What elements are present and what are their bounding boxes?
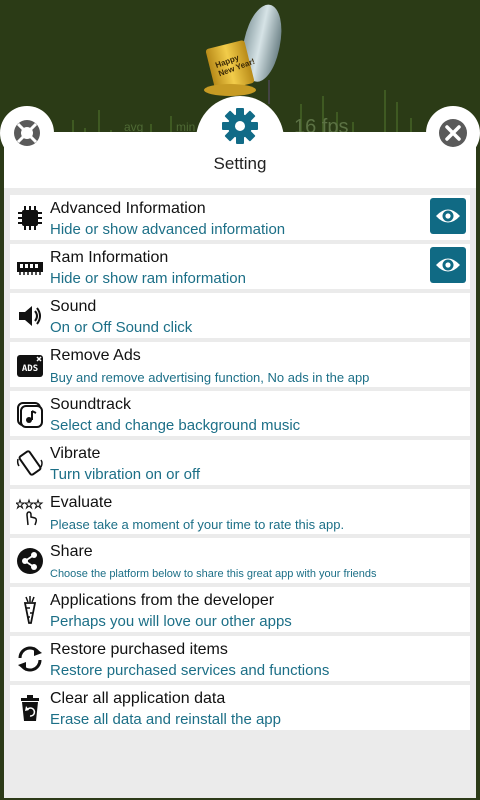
settings-item-description: Please take a moment of your time to rat… [50,517,345,532]
settings-item-description: Buy and remove advertising function, No … [50,370,370,385]
settings-item-remove-ads[interactable]: ADS Remove Ads Buy and remove advertising … [10,342,470,387]
settings-item-share[interactable]: Share Choose the platform below to share … [10,538,470,583]
settings-item-advanced-information[interactable]: Advanced Information Hide or show advance… [10,195,470,240]
music-note-icon [16,400,44,428]
carrot-icon [16,596,44,624]
settings-item-label: Share [50,543,93,560]
settings-item-label: Ram Information [50,249,169,266]
settings-item-description: Choose the platform below to share this … [50,568,377,580]
close-button[interactable] [426,106,480,160]
settings-item-restore-purchased-items[interactable]: Restore purchased items Restore purchased… [10,636,470,681]
settings-item-evaluate[interactable]: Evaluate Please take a moment of your tim… [10,489,470,534]
settings-item-label: Soundtrack [50,396,131,413]
settings-item-label: Clear all application data [50,690,226,707]
visibility-toggle-button[interactable] [430,247,466,283]
settings-item-description: On or Off Sound click [50,319,193,336]
speaker-icon [16,302,44,330]
settings-item-description: Turn vibration on or off [50,466,201,483]
settings-item-description: Restore purchased services and functions [50,662,330,679]
close-icon [439,119,467,147]
svg-text:ADS: ADS [22,364,38,374]
settings-item-description: Erase all data and reinstall the app [50,711,281,728]
settings-item-description: Select and change background music [50,417,301,434]
chip-icon [16,204,44,232]
settings-item-ram-information[interactable]: Ram Information Hide or show ram informat… [10,244,470,289]
restore-icon [16,645,44,673]
settings-item-applications-from-the-developer[interactable]: Applications from the developer Perhaps y… [10,587,470,632]
page-title: Setting [213,154,267,173]
settings-item-label: Remove Ads [50,347,141,364]
settings-item-label: Advanced Information [50,200,206,217]
gear-icon [222,108,258,144]
settings-item-label: Sound [50,298,97,315]
settings-item-description: Hide or show ram information [50,270,246,287]
settings-item-description: Perhaps you will love our other apps [50,613,292,630]
settings-item-vibrate[interactable]: Vibrate Turn vibration on or off [10,440,470,485]
rate-stars-icon [14,498,44,526]
settings-item-label: Applications from the developer [50,592,275,609]
visibility-toggle-button[interactable] [430,198,466,234]
ram-icon [16,253,44,281]
share-icon [16,547,44,575]
settings-item-label: Vibrate [50,445,101,462]
settings-item-label: Restore purchased items [50,641,228,658]
vibrate-phone-icon [16,449,44,477]
settings-list: Advanced Information Hide or show advance… [10,195,470,734]
settings-item-clear-all-application-data[interactable]: Clear all application data Erase all data… [10,685,470,730]
ads-icon: ADS [16,351,44,379]
settings-panel: Setting Advanced Information Hide or show… [4,132,476,798]
settings-item-label: Evaluate [50,494,113,511]
lifebuoy-icon [14,120,40,146]
new-year-hat-decoration: Happy New Year! [204,39,256,102]
help-button[interactable] [0,106,54,160]
trash-icon [16,694,44,722]
settings-item-description: Hide or show advanced information [50,221,286,238]
settings-item-soundtrack[interactable]: Soundtrack Select and change background m… [10,391,470,436]
settings-item-sound[interactable]: Sound On or Off Sound click [10,293,470,338]
